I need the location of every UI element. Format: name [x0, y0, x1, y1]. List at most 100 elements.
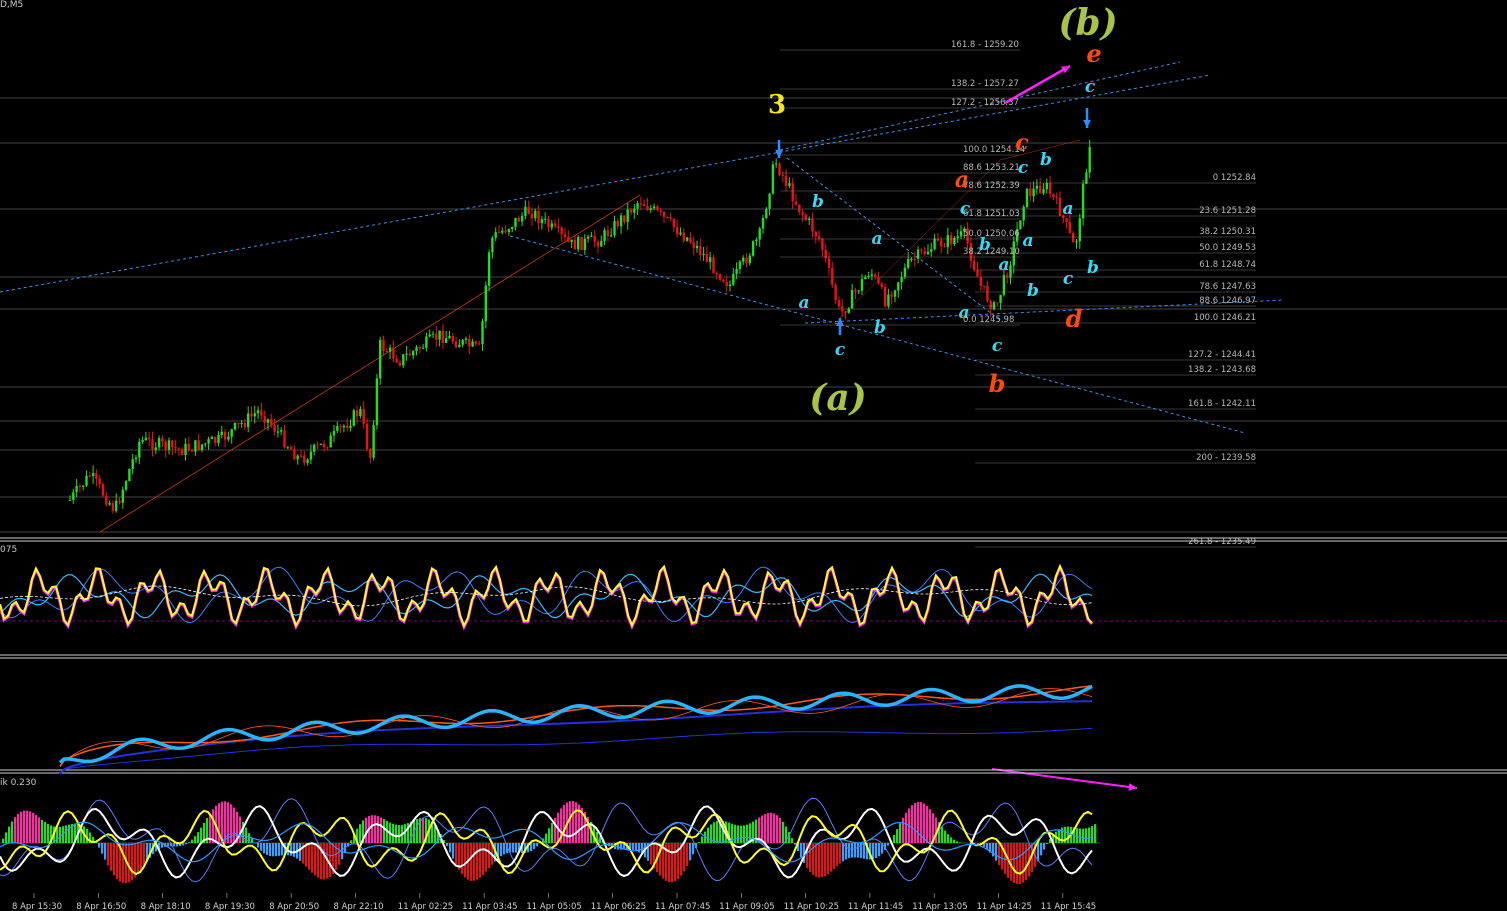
- candle-body: [382, 339, 385, 352]
- histogram-bar: [173, 843, 176, 847]
- candlestick-series[interactable]: [68, 139, 1091, 514]
- candle-body: [567, 236, 570, 243]
- histogram-bar: [875, 843, 878, 859]
- histogram-bar: [398, 825, 401, 843]
- histogram-bar: [836, 843, 839, 867]
- histogram-bar: [872, 843, 875, 860]
- histogram-bar: [998, 843, 1001, 866]
- histogram-bar: [794, 843, 797, 845]
- candle-body: [148, 437, 151, 440]
- histogram-bar: [32, 812, 35, 843]
- candle-body: [481, 321, 484, 345]
- candle-body: [649, 208, 652, 211]
- time-axis-label: 8 Apr 16:50: [76, 902, 126, 911]
- fib-level-label: 100.0 1246.21: [1194, 313, 1256, 323]
- histogram-bar: [29, 811, 32, 843]
- candle-body: [715, 273, 718, 275]
- candle-body: [553, 223, 557, 227]
- histogram-bar: [1058, 829, 1061, 843]
- candle-body: [223, 431, 227, 440]
- candle-body: [1039, 185, 1042, 194]
- candle-body: [190, 450, 194, 452]
- candle-body: [550, 223, 553, 228]
- fib-level-label: 38.2 1249.10: [963, 247, 1020, 257]
- candle-body: [207, 439, 210, 444]
- candle-body: [877, 276, 880, 284]
- candle-body: [369, 449, 372, 458]
- candle-body: [679, 232, 682, 235]
- histogram-bar: [17, 813, 20, 843]
- wave-label-3: 3: [768, 90, 786, 120]
- histogram-bar: [668, 843, 671, 883]
- candle-body: [1058, 197, 1062, 216]
- wave-label-b: b: [812, 192, 824, 212]
- trading-chart[interactable]: 161.8 - 1259.20 138.2 - 1257.27 127.2 - 12…: [0, 0, 1507, 911]
- candle-body: [405, 353, 408, 355]
- histogram-bar: [239, 816, 242, 843]
- candle-body: [256, 410, 260, 414]
- candle-body: [1006, 275, 1009, 278]
- fib-level-label: 161.8 - 1242.11: [1188, 399, 1256, 409]
- candle-body: [392, 347, 395, 359]
- fib-level-label: 161.8 - 1259.20: [951, 40, 1019, 50]
- candle-body: [194, 440, 197, 452]
- histogram-bar: [839, 843, 842, 864]
- histogram-bar: [257, 843, 260, 848]
- time-axis-label: 11 Apr 02:25: [398, 902, 453, 911]
- candle-body: [289, 447, 293, 450]
- histogram-bar: [536, 843, 539, 847]
- wave-label-a: a: [798, 293, 809, 313]
- candle-body: [606, 230, 610, 236]
- candle-body: [418, 347, 421, 349]
- wave-label-a: a: [1062, 199, 1073, 219]
- histogram-bar: [8, 826, 11, 843]
- candle-body: [82, 485, 85, 487]
- histogram-bar: [479, 843, 482, 878]
- wave-label-b: b: [1040, 150, 1052, 170]
- candle-body: [448, 335, 451, 339]
- candle-body: [883, 286, 887, 307]
- candle-body: [375, 378, 379, 426]
- candle-body: [75, 485, 78, 493]
- candle-body: [593, 235, 596, 242]
- wave-label-e: e: [1086, 39, 1101, 68]
- candle-body: [1072, 232, 1075, 243]
- fib-level-label: 78.6 1252.39: [963, 181, 1020, 191]
- candle-body: [956, 236, 959, 238]
- candle-body: [177, 448, 181, 450]
- candle-body: [537, 210, 540, 224]
- candle-body: [659, 210, 662, 212]
- wave-label-a: a: [955, 167, 969, 193]
- candle-body: [794, 201, 798, 205]
- candle-body: [1022, 206, 1025, 221]
- candle-body: [121, 489, 124, 503]
- candle-body: [580, 236, 583, 251]
- candle-body: [857, 290, 860, 292]
- candle-body: [128, 468, 131, 482]
- histogram-bar: [764, 813, 767, 843]
- histogram-bar: [689, 843, 692, 861]
- histogram-bar: [350, 840, 353, 843]
- oscillator-panel-1: [0, 563, 1507, 631]
- histogram-bar: [11, 821, 14, 843]
- candle-body: [534, 210, 537, 219]
- candle-body: [283, 430, 286, 448]
- histogram-bar: [14, 817, 17, 843]
- candle-body: [138, 441, 141, 458]
- histogram-bar: [26, 810, 29, 843]
- candle-body: [751, 241, 755, 256]
- candle-body: [85, 475, 88, 486]
- candle-body: [682, 232, 685, 241]
- histogram-bar: [767, 812, 770, 843]
- candle-body: [398, 362, 402, 366]
- histogram-bar: [896, 829, 899, 843]
- candle-body: [227, 436, 230, 440]
- candle-body: [910, 258, 913, 260]
- candle-body: [164, 441, 167, 450]
- candle-body: [72, 492, 75, 500]
- fib-level-label: 38.2 1250.31: [1199, 227, 1256, 237]
- candle-body: [738, 261, 742, 269]
- candle-body: [365, 423, 369, 450]
- histogram-bar: [776, 815, 779, 843]
- histogram-bar: [818, 843, 821, 878]
